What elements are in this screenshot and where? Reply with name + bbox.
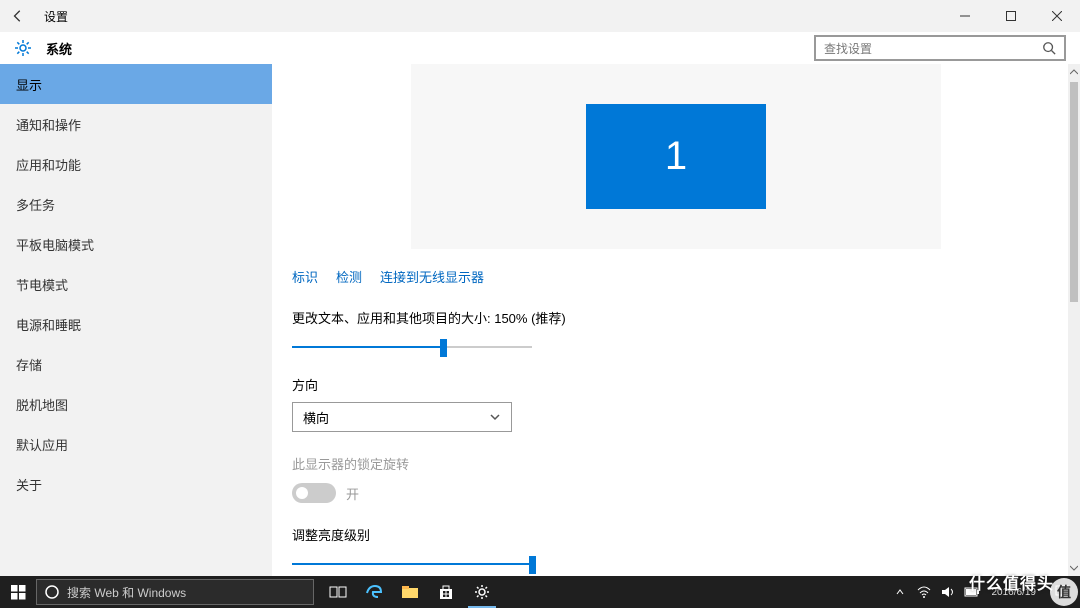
sidebar-item-5[interactable]: 节电模式: [0, 264, 272, 304]
window-controls: [942, 0, 1080, 32]
search-placeholder: 查找设置: [824, 40, 1042, 57]
sidebar-item-9[interactable]: 默认应用: [0, 424, 272, 464]
sidebar-item-7[interactable]: 存储: [0, 344, 272, 384]
titlebar: 设置: [0, 0, 1080, 32]
header-title: 系统: [46, 39, 72, 58]
edge-icon[interactable]: [356, 576, 392, 608]
scroll-up-icon[interactable]: [1070, 68, 1078, 76]
wifi-icon[interactable]: [912, 576, 936, 608]
detect-link[interactable]: 检测: [336, 267, 362, 286]
scale-label: 更改文本、应用和其他项目的大小: 150% (推荐): [292, 308, 1060, 327]
watermark-text: 什么值得头: [969, 570, 1054, 594]
header: 系统 查找设置: [0, 32, 1080, 64]
sidebar-item-10[interactable]: 关于: [0, 464, 272, 504]
store-icon[interactable]: [428, 576, 464, 608]
cortana-icon: [45, 585, 59, 599]
sidebar-item-0[interactable]: 显示: [0, 64, 272, 104]
lock-toggle: 开: [292, 483, 1060, 503]
search-input[interactable]: 查找设置: [814, 35, 1066, 61]
explorer-icon[interactable]: [392, 576, 428, 608]
monitor-preview[interactable]: 1: [411, 64, 941, 249]
scrollbar[interactable]: [1068, 64, 1080, 576]
window-title: 设置: [44, 8, 68, 25]
start-button[interactable]: [0, 576, 36, 608]
sidebar: 显示通知和操作应用和功能多任务平板电脑模式节电模式电源和睡眠存储脱机地图默认应用…: [0, 64, 272, 576]
settings-icon[interactable]: [464, 576, 500, 608]
gear-icon: [14, 39, 32, 57]
search-icon: [1042, 41, 1056, 55]
tray-chevron-icon[interactable]: [888, 576, 912, 608]
scale-slider[interactable]: [292, 341, 532, 353]
slider-thumb[interactable]: [529, 556, 536, 574]
brightness-slider[interactable]: [292, 558, 532, 570]
orientation-select[interactable]: 横向: [292, 402, 512, 432]
sidebar-item-6[interactable]: 电源和睡眠: [0, 304, 272, 344]
back-button[interactable]: [0, 0, 36, 32]
scroll-thumb[interactable]: [1070, 82, 1078, 302]
scroll-down-icon[interactable]: [1070, 564, 1078, 572]
minimize-button[interactable]: [942, 0, 988, 32]
volume-icon[interactable]: [936, 576, 960, 608]
sidebar-item-8[interactable]: 脱机地图: [0, 384, 272, 424]
content: 1 标识 检测 连接到无线显示器 更改文本、应用和其他项目的大小: 150% (…: [272, 64, 1080, 576]
orientation-label: 方向: [292, 375, 1060, 394]
maximize-button[interactable]: [988, 0, 1034, 32]
sidebar-item-4[interactable]: 平板电脑模式: [0, 224, 272, 264]
close-button[interactable]: [1034, 0, 1080, 32]
watermark-badge: 值: [1050, 578, 1078, 606]
lock-label: 此显示器的锁定旋转: [292, 454, 1060, 473]
slider-thumb[interactable]: [440, 339, 447, 357]
wireless-link[interactable]: 连接到无线显示器: [380, 267, 484, 286]
identify-link[interactable]: 标识: [292, 267, 318, 286]
display-links: 标识 检测 连接到无线显示器: [292, 267, 1060, 286]
taskbar-search[interactable]: 搜索 Web 和 Windows: [36, 579, 314, 605]
sidebar-item-1[interactable]: 通知和操作: [0, 104, 272, 144]
taskbar: 搜索 Web 和 Windows 2016/6/19: [0, 576, 1080, 608]
chevron-down-icon: [489, 411, 501, 423]
sidebar-item-2[interactable]: 应用和功能: [0, 144, 272, 184]
monitor-1[interactable]: 1: [586, 104, 766, 209]
brightness-label: 调整亮度级别: [292, 525, 1060, 544]
task-view-icon[interactable]: [320, 576, 356, 608]
sidebar-item-3[interactable]: 多任务: [0, 184, 272, 224]
